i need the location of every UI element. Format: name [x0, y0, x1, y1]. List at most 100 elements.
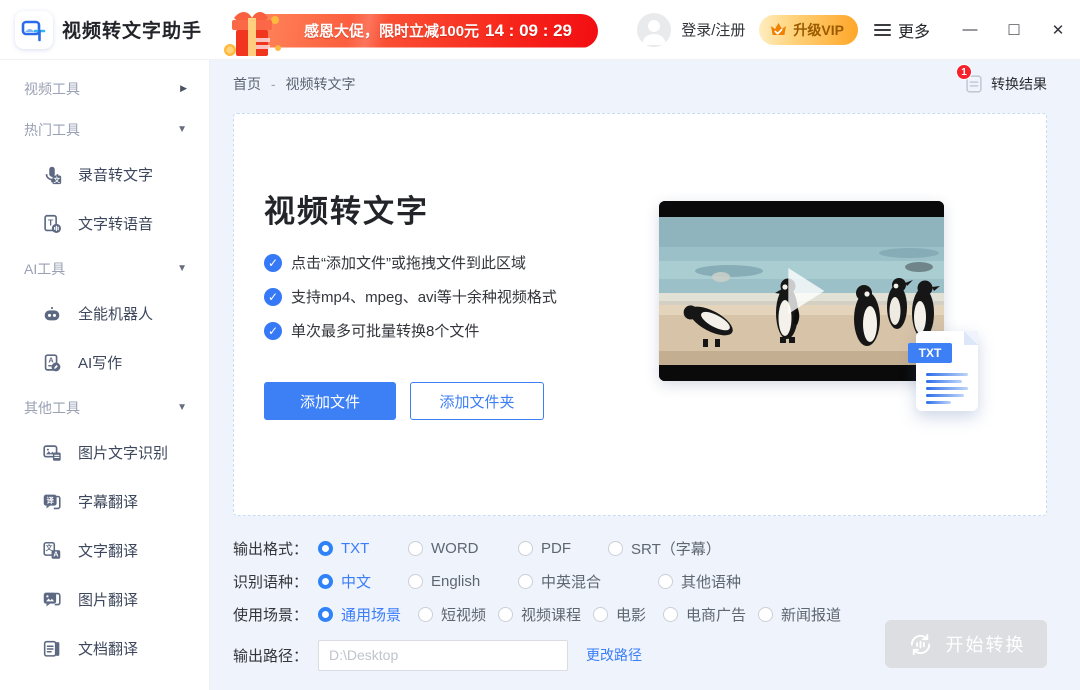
- subtitle-translate-icon: 译: [40, 490, 64, 514]
- breadcrumb-separator: -: [271, 76, 276, 92]
- breadcrumb-current: 视频转文字: [285, 76, 355, 92]
- document-translate-icon: [40, 637, 64, 661]
- output-path-input[interactable]: [318, 640, 568, 671]
- svg-text:文: 文: [45, 542, 53, 551]
- language-row: 识别语种： 中文 English 中英混合 其他语种: [233, 565, 1047, 598]
- close-button[interactable]: ✕: [1036, 1, 1080, 59]
- svg-text:译: 译: [47, 496, 55, 505]
- sidebar-item-audio-to-text[interactable]: 文 录音转文字: [0, 150, 209, 199]
- ai-writing-icon: A: [40, 351, 64, 375]
- sidebar: 视频工具 ▶ 热门工具 ▼ 文 录音转文字: [0, 60, 210, 690]
- radio-other-language[interactable]: 其他语种: [658, 571, 741, 592]
- svg-text:A: A: [53, 549, 59, 558]
- radio-english[interactable]: English: [408, 573, 518, 590]
- sidebar-item-robot[interactable]: 全能机器人: [0, 289, 209, 338]
- check-icon: ✓: [264, 288, 282, 306]
- promo-banner[interactable]: 感恩大促，限时立减100元 14 : 09 : 29: [230, 12, 602, 48]
- add-folder-button[interactable]: 添加文件夹: [410, 382, 544, 420]
- output-format-row: 输出格式： TXT WORD PDF SRT（字幕）: [233, 532, 1047, 565]
- sidebar-section-ai-tools[interactable]: AI工具 ▼: [0, 248, 209, 289]
- person-icon: [637, 13, 671, 47]
- sidebar-section-other-tools[interactable]: 其他工具 ▼: [0, 387, 209, 428]
- sidebar-item-document-translate[interactable]: 文档翻译: [0, 624, 209, 673]
- radio-news-report[interactable]: 新闻报道: [758, 604, 841, 625]
- ocr-icon: [40, 441, 64, 465]
- radio-circle: [498, 607, 513, 622]
- app-title: 视频转文字助手: [62, 16, 202, 43]
- output-format-label: 输出格式：: [233, 538, 318, 559]
- hamburger-icon: [874, 21, 891, 39]
- results-badge: 1: [956, 64, 972, 80]
- radio-circle: [408, 541, 423, 556]
- video-preview[interactable]: [659, 201, 944, 381]
- radio-short-video[interactable]: 短视频: [418, 604, 498, 625]
- more-menu-button[interactable]: 更多: [874, 18, 930, 42]
- radio-movie[interactable]: 电影: [593, 604, 663, 625]
- chevron-down-icon: ▼: [177, 263, 187, 274]
- sidebar-item-ocr[interactable]: 图片文字识别: [0, 428, 209, 477]
- check-icon: ✓: [264, 254, 282, 272]
- breadcrumb: 首页 - 视频转文字: [233, 74, 355, 94]
- radio-mixed-language[interactable]: 中英混合: [518, 571, 658, 592]
- app-window: 视频转文字助手 感恩大促，限时立减100元 14 : 09 : 29: [0, 0, 1080, 690]
- radio-circle: [593, 607, 608, 622]
- gift-box-icon: [220, 8, 284, 60]
- convert-icon: [907, 631, 934, 658]
- text-lines: [926, 373, 968, 408]
- crown-icon: [769, 21, 788, 38]
- file-drop-area[interactable]: 视频转文字 ✓ 点击“添加文件”或拖拽文件到此区域 ✓ 支持mp4、mpeg、a…: [233, 113, 1047, 516]
- radio-video-course[interactable]: 视频课程: [498, 604, 593, 625]
- svg-text:文: 文: [54, 174, 61, 183]
- bullet-item: ✓ 支持mp4、mpeg、avi等十余种视频格式: [264, 286, 557, 307]
- change-path-link[interactable]: 更改路径: [586, 645, 642, 665]
- maximize-button[interactable]: □: [992, 1, 1036, 59]
- feature-bullets: ✓ 点击“添加文件”或拖拽文件到此区域 ✓ 支持mp4、mpeg、avi等十余种…: [264, 252, 557, 354]
- breadcrumb-home[interactable]: 首页: [233, 76, 261, 92]
- upgrade-vip-button[interactable]: 升级VIP: [759, 15, 858, 45]
- bullet-item: ✓ 点击“添加文件”或拖拽文件到此区域: [264, 252, 557, 273]
- language-label: 识别语种：: [233, 571, 318, 592]
- sidebar-section-hot-tools[interactable]: 热门工具 ▼: [0, 109, 209, 150]
- sidebar-item-subtitle-translate[interactable]: 译 字幕翻译: [0, 477, 209, 526]
- radio-circle: [408, 574, 423, 589]
- vip-label: 升级VIP: [793, 20, 844, 40]
- txt-format-tag: TXT: [908, 343, 952, 363]
- sidebar-item-text-translate[interactable]: 文 A 文字翻译: [0, 526, 209, 575]
- title-bar: 视频转文字助手 感恩大促，限时立减100元 14 : 09 : 29: [0, 0, 1080, 60]
- text-to-speech-icon: T: [40, 212, 64, 236]
- scenario-label: 使用场景：: [233, 604, 318, 625]
- txt-output-illustration: TXT: [916, 331, 978, 411]
- chevron-down-icon: ▼: [177, 402, 187, 413]
- app-logo: [15, 11, 53, 49]
- radio-circle: [318, 607, 333, 622]
- login-register-link[interactable]: 登录/注册: [681, 19, 745, 40]
- text-translate-icon: 文 A: [40, 539, 64, 563]
- radio-pdf[interactable]: PDF: [518, 540, 608, 557]
- radio-circle: [418, 607, 433, 622]
- promo-ribbon: 感恩大促，限时立减100元 14 : 09 : 29: [246, 14, 598, 48]
- sidebar-item-ai-writing[interactable]: A AI写作: [0, 338, 209, 387]
- radio-txt[interactable]: TXT: [318, 540, 408, 557]
- radio-circle: [663, 607, 678, 622]
- radio-ecommerce-ad[interactable]: 电商广告: [663, 604, 758, 625]
- add-buttons-row: 添加文件 添加文件夹: [264, 382, 544, 420]
- topbar-right: 登录/注册 升级VIP 更多 — □ ✕: [637, 1, 1080, 59]
- output-path-label: 输出路径：: [233, 645, 318, 666]
- radio-chinese[interactable]: 中文: [318, 571, 408, 592]
- minimize-button[interactable]: —: [948, 1, 992, 59]
- sidebar-section-video-tools[interactable]: 视频工具 ▶: [0, 68, 209, 109]
- sidebar-item-text-to-speech[interactable]: T 文字转语音: [0, 199, 209, 248]
- radio-srt[interactable]: SRT（字幕）: [608, 538, 721, 559]
- radio-circle: [758, 607, 773, 622]
- play-icon[interactable]: [788, 268, 824, 314]
- radio-word[interactable]: WORD: [408, 540, 518, 557]
- radio-general-scene[interactable]: 通用场景: [318, 604, 418, 625]
- user-avatar[interactable]: [637, 13, 671, 47]
- radio-circle: [608, 541, 623, 556]
- microphone-icon: 文: [40, 163, 64, 187]
- add-file-button[interactable]: 添加文件: [264, 382, 396, 420]
- conversion-results-button[interactable]: 1 转换结果: [963, 73, 1047, 95]
- start-convert-button[interactable]: 开始转换: [885, 620, 1047, 668]
- chevron-right-icon: ▶: [180, 83, 187, 94]
- sidebar-item-image-translate[interactable]: 图片翻译: [0, 575, 209, 624]
